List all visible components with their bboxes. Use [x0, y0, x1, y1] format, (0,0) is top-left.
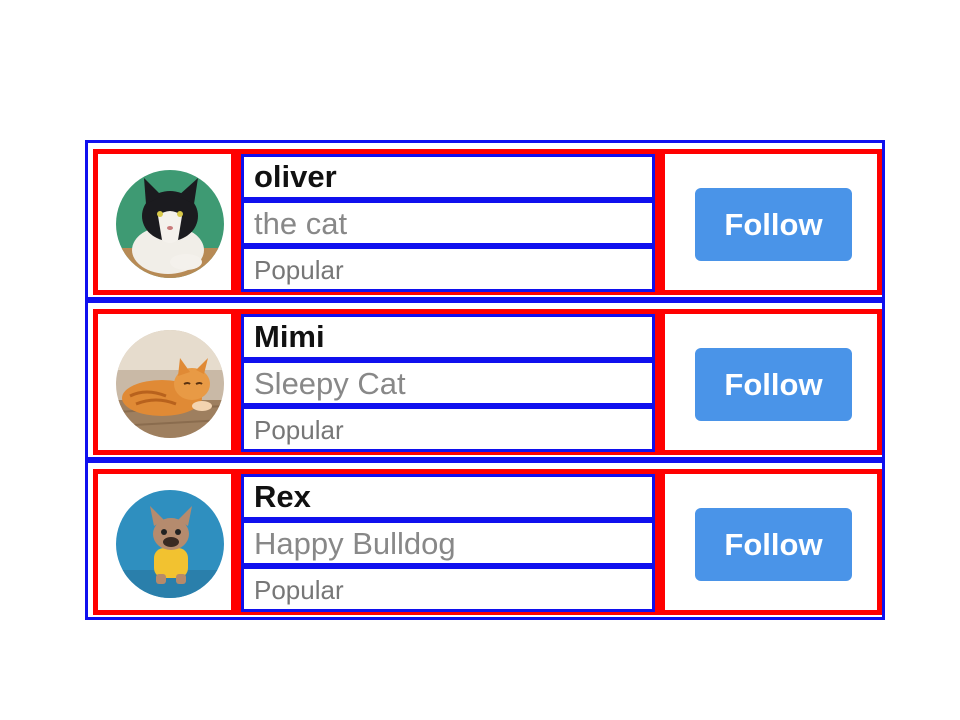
action-cell: Follow: [660, 469, 882, 615]
action-cell: Follow: [660, 309, 882, 455]
user-tag: Popular: [241, 566, 655, 612]
user-subtitle: Happy Bulldog: [241, 520, 655, 566]
user-subtitle: Sleepy Cat: [241, 360, 655, 406]
follow-button[interactable]: Follow: [695, 508, 852, 581]
user-row: Rex Happy Bulldog Popular Follow: [85, 460, 885, 620]
user-info: Rex Happy Bulldog Popular: [236, 469, 660, 615]
user-row: Mimi Sleepy Cat Popular Follow: [85, 300, 885, 460]
user-subtitle: the cat: [241, 200, 655, 246]
orange-cat-avatar-icon[interactable]: [116, 330, 224, 438]
follow-button[interactable]: Follow: [695, 188, 852, 261]
user-tag: Popular: [241, 246, 655, 292]
user-info: Mimi Sleepy Cat Popular: [236, 309, 660, 455]
user-name[interactable]: oliver: [241, 154, 655, 200]
bulldog-avatar-icon[interactable]: [116, 490, 224, 598]
avatar-cell: [93, 309, 236, 455]
action-cell: Follow: [660, 149, 882, 295]
follow-button[interactable]: Follow: [695, 348, 852, 421]
user-name[interactable]: Rex: [241, 474, 655, 520]
user-name[interactable]: Mimi: [241, 314, 655, 360]
user-row: oliver the cat Popular Follow: [85, 140, 885, 300]
avatar-cell: [93, 149, 236, 295]
cat-avatar-icon[interactable]: [116, 170, 224, 278]
avatar-cell: [93, 469, 236, 615]
user-tag: Popular: [241, 406, 655, 452]
user-info: oliver the cat Popular: [236, 149, 660, 295]
user-list: oliver the cat Popular Follow Mimi Sleep…: [85, 140, 885, 620]
